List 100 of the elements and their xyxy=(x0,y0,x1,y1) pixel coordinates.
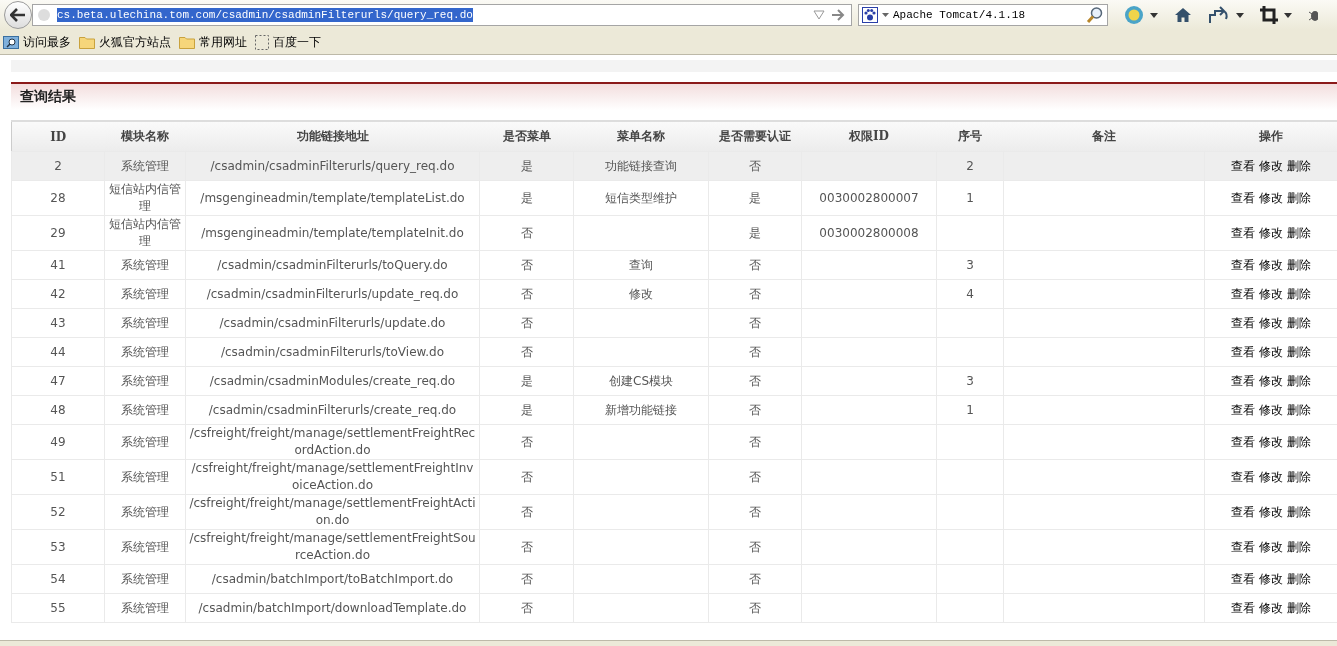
table-cell: /csadmin/csadminFilterurls/create_req.do xyxy=(208,402,457,417)
table-cell: 是 xyxy=(520,190,533,205)
action-link[interactable]: 删除 xyxy=(1287,257,1311,272)
table-cell: 否 xyxy=(520,344,533,359)
action-link[interactable]: 修改 xyxy=(1259,402,1283,417)
action-link[interactable]: 查看 xyxy=(1231,225,1255,240)
action-link[interactable]: 删除 xyxy=(1287,344,1311,359)
back-button[interactable] xyxy=(4,1,32,29)
action-link[interactable]: 删除 xyxy=(1287,190,1311,205)
folder-icon xyxy=(79,35,95,49)
action-link[interactable]: 修改 xyxy=(1259,257,1283,272)
bookmark-item[interactable]: 常用网址 xyxy=(179,33,247,51)
caret-icon[interactable] xyxy=(1236,12,1244,18)
action-link[interactable]: 查看 xyxy=(1231,315,1255,330)
address-bar[interactable]: cs.beta.ulechina.tom.com/csadmin/csadminFilterurls/query_req.do xyxy=(32,4,852,26)
action-link[interactable]: 删除 xyxy=(1287,469,1311,484)
action-link[interactable]: 查看 xyxy=(1231,158,1255,173)
action-link[interactable]: 查看 xyxy=(1231,190,1255,205)
table-cell: 43 xyxy=(50,315,66,330)
action-link[interactable]: 删除 xyxy=(1287,225,1311,240)
action-link[interactable]: 查看 xyxy=(1231,286,1255,301)
table-cell: 系统管理 xyxy=(121,402,169,417)
caret-icon[interactable] xyxy=(882,13,889,17)
action-link[interactable]: 查看 xyxy=(1231,504,1255,519)
action-link[interactable]: 查看 xyxy=(1231,257,1255,272)
table-cell: 系统管理 xyxy=(121,315,169,330)
action-link[interactable]: 修改 xyxy=(1259,158,1283,173)
column-header: 操作 xyxy=(1204,121,1337,152)
action-link[interactable]: 修改 xyxy=(1259,539,1283,554)
action-link[interactable]: 查看 xyxy=(1231,434,1255,449)
bookmark-item[interactable]: 访问最多 xyxy=(3,33,71,51)
action-link[interactable]: 修改 xyxy=(1259,190,1283,205)
table-cell: 是 xyxy=(749,225,761,240)
table-cell: 3 xyxy=(966,257,974,272)
table-cell: 55 xyxy=(50,600,66,615)
table-cell: /csadmin/csadminFilterurls/toView.do xyxy=(220,344,445,359)
globe-icon xyxy=(37,8,51,22)
action-link[interactable]: 修改 xyxy=(1259,344,1283,359)
action-link[interactable]: 删除 xyxy=(1287,158,1311,173)
action-link[interactable]: 修改 xyxy=(1259,315,1283,330)
action-link[interactable]: 删除 xyxy=(1287,373,1311,388)
table-cell: 创建CS模块 xyxy=(609,373,673,388)
action-link[interactable]: 查看 xyxy=(1231,373,1255,388)
section-title: 查询结果 xyxy=(20,88,76,106)
table-cell: 系统管理 xyxy=(121,571,169,586)
table-cell: /csfreight/freight/manage/settlementFreightAction.do xyxy=(189,496,476,527)
table-cell: 52 xyxy=(50,504,66,519)
action-link[interactable]: 删除 xyxy=(1287,434,1311,449)
go-arrow-icon[interactable] xyxy=(831,9,845,21)
bookmark-item[interactable]: 火狐官方站点 xyxy=(79,33,171,51)
home-icon[interactable] xyxy=(1174,7,1192,23)
action-link[interactable]: 查看 xyxy=(1231,571,1255,586)
action-link[interactable]: 查看 xyxy=(1231,344,1255,359)
crop-icon[interactable] xyxy=(1260,6,1278,24)
bookmark-item[interactable]: 百度一下 xyxy=(255,33,321,51)
action-link[interactable]: 查看 xyxy=(1231,402,1255,417)
column-header: 模块名称 xyxy=(104,121,186,152)
table-cell: 2 xyxy=(54,158,62,173)
table-cell: 28 xyxy=(50,190,66,205)
column-header: 功能链接地址 xyxy=(185,121,480,152)
column-header: 权限ID xyxy=(801,121,937,152)
table-cell: 否 xyxy=(749,600,761,615)
table-cell: 系统管理 xyxy=(121,373,169,388)
action-link[interactable]: 修改 xyxy=(1259,286,1283,301)
action-link[interactable]: 修改 xyxy=(1259,571,1283,586)
table-cell: 2 xyxy=(966,158,974,173)
table-cell: 1 xyxy=(966,190,974,205)
action-link[interactable]: 删除 xyxy=(1287,286,1311,301)
table-cell: /csadmin/csadminFilterurls/update_req.do xyxy=(206,286,459,301)
badge-icon[interactable] xyxy=(1124,5,1144,25)
paw-icon[interactable] xyxy=(862,7,878,23)
action-link[interactable]: 修改 xyxy=(1259,469,1283,484)
table-cell: /csadmin/batchImport/downloadTemplate.do xyxy=(198,600,467,615)
action-link[interactable]: 修改 xyxy=(1259,600,1283,615)
action-link[interactable]: 修改 xyxy=(1259,373,1283,388)
action-link[interactable]: 删除 xyxy=(1287,402,1311,417)
action-link[interactable]: 查看 xyxy=(1231,600,1255,615)
caret-icon[interactable] xyxy=(1284,12,1292,18)
action-link[interactable]: 修改 xyxy=(1259,504,1283,519)
table-cell: 29 xyxy=(50,225,66,240)
search-field[interactable]: Apache Tomcat/4.1.18 xyxy=(858,4,1108,26)
table-cell: 否 xyxy=(520,539,533,554)
table-cell: 否 xyxy=(749,158,761,173)
action-link[interactable]: 删除 xyxy=(1287,600,1311,615)
search-icon[interactable] xyxy=(1086,6,1104,24)
caret-icon[interactable] xyxy=(1150,12,1158,18)
table-cell: 否 xyxy=(749,257,761,272)
page-icon xyxy=(255,34,269,50)
action-link[interactable]: 删除 xyxy=(1287,539,1311,554)
dropdown-icon[interactable] xyxy=(813,10,825,20)
table-cell: 44 xyxy=(50,344,66,359)
action-link[interactable]: 查看 xyxy=(1231,469,1255,484)
table-cell: 否 xyxy=(749,402,761,417)
action-link[interactable]: 删除 xyxy=(1287,315,1311,330)
table-cell: /csadmin/csadminFilterurls/toQuery.do xyxy=(217,257,448,272)
action-link[interactable]: 删除 xyxy=(1287,504,1311,519)
action-link[interactable]: 查看 xyxy=(1231,539,1255,554)
action-link[interactable]: 修改 xyxy=(1259,434,1283,449)
action-link[interactable]: 删除 xyxy=(1287,571,1311,586)
action-link[interactable]: 修改 xyxy=(1259,225,1283,240)
